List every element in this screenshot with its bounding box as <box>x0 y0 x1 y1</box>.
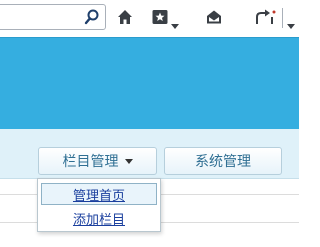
chevron-down-icon[interactable] <box>287 15 295 34</box>
home-icon[interactable] <box>116 8 134 30</box>
favorites-icon[interactable] <box>151 8 169 30</box>
system-management-label: 系统管理 <box>195 154 251 170</box>
browser-toolbar <box>0 0 299 37</box>
header-banner <box>0 37 299 129</box>
main-nav: 栏目管理 系统管理 <box>0 129 299 179</box>
chevron-down-icon <box>124 158 133 164</box>
toolbar-divider <box>282 8 283 28</box>
chevron-down-icon[interactable] <box>171 15 179 34</box>
column-management-dropdown: 管理首页 添加栏目 <box>37 178 161 232</box>
menu-item-add-column[interactable]: 添加栏目 <box>41 207 157 229</box>
search-icon[interactable] <box>84 8 100 30</box>
system-management-button[interactable]: 系统管理 <box>164 147 282 175</box>
column-management-label: 栏目管理 <box>62 154 119 170</box>
feedback-icon[interactable] <box>255 8 277 30</box>
menu-item-admin-home[interactable]: 管理首页 <box>41 183 157 205</box>
column-management-menu[interactable]: 栏目管理 <box>38 147 157 175</box>
address-bar[interactable] <box>0 4 106 30</box>
read-mail-icon[interactable] <box>205 8 223 30</box>
